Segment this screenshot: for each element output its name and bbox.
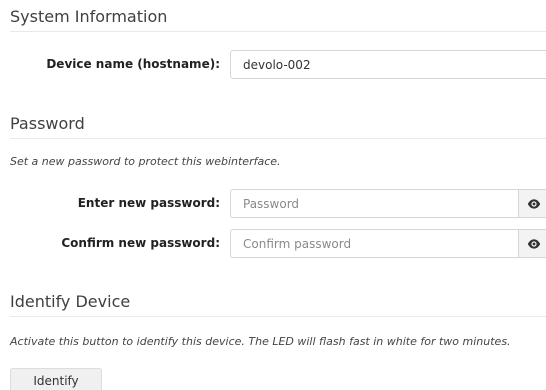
identify-device-divider [10,316,546,317]
password-divider [10,138,546,139]
system-information-heading: System Information [10,7,168,26]
eye-icon [527,198,541,209]
settings-page: System Information Device name (hostname… [0,0,546,390]
confirm-password-input[interactable] [230,229,518,258]
hostname-label: Device name (hostname): [46,57,220,71]
identify-device-heading: Identify Device [10,292,131,311]
hostname-input[interactable] [230,50,546,79]
identify-button[interactable]: Identify [10,368,102,390]
system-information-divider [10,31,546,32]
show-confirm-password-button[interactable] [518,229,546,258]
password-description: Set a new password to protect this webin… [10,155,281,168]
eye-icon [527,238,541,249]
new-password-input[interactable] [230,189,518,218]
confirm-password-label: Confirm new password: [61,236,220,250]
identify-description: Activate this button to identify this de… [10,335,511,348]
show-new-password-button[interactable] [518,189,546,218]
new-password-label: Enter new password: [77,196,220,210]
password-heading: Password [10,114,85,133]
